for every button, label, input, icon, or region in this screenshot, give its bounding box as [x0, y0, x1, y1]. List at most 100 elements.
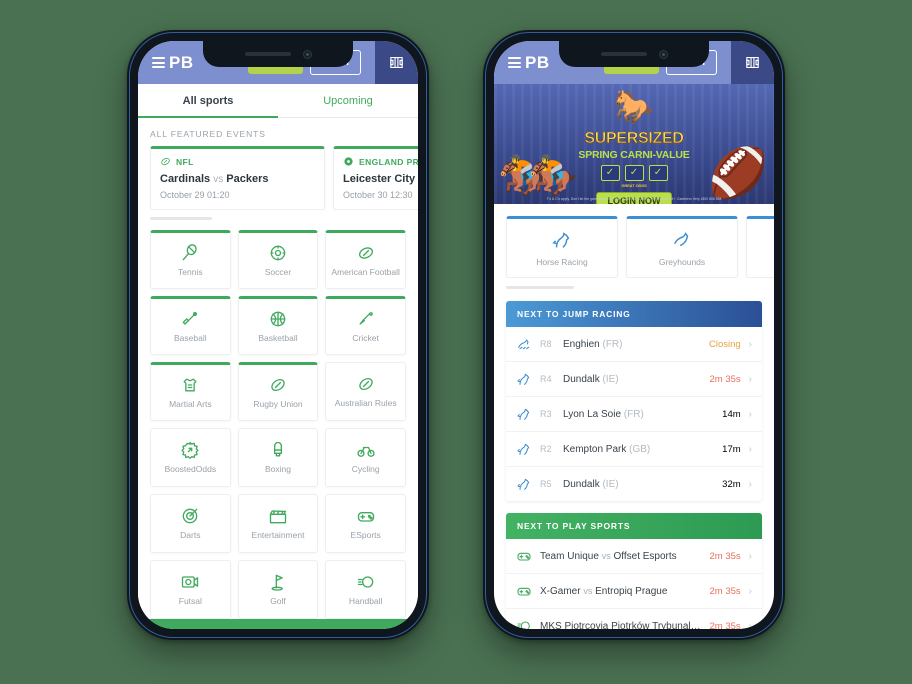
event-teams: Cardinals vs Packers	[160, 173, 315, 185]
tab-all-sports[interactable]: All sports	[138, 84, 278, 118]
betslip-button[interactable]	[375, 41, 418, 84]
featured-events-carousel[interactable]: NFL Cardinals vs Packers October 29 01:2…	[138, 146, 418, 210]
chevron-right-icon: ›	[748, 373, 752, 385]
boosted-odds-icon	[181, 442, 199, 460]
race-countdown: Closing	[708, 338, 741, 350]
sports-row[interactable]: MKS Piotrcovia Piotrków Trybunals… 2m 35s…	[506, 609, 762, 629]
sport-tile-australian-rules[interactable]: Australian Rules	[325, 362, 406, 421]
race-tile-label: Horse Racing	[536, 257, 588, 267]
home-team: Cardinals	[160, 173, 211, 185]
racing-carousel-scroll-indicator[interactable]	[506, 286, 574, 289]
banner-title-block: SUPERSIZED SPRING CARNI-VALUE ✓ ✓ ✓ GREA…	[569, 130, 699, 204]
racing-row[interactable]: R2 Kempton Park (GB) 17m ›	[506, 432, 762, 467]
sport-tile-rugby-union[interactable]: Rugby Union	[237, 362, 319, 421]
promo-banner[interactable]: 🐎 🏇 🏇 🏈 SUPERSIZED SPRING CARNI-VALUE ✓ …	[494, 84, 774, 204]
featured-event-card[interactable]: NFL Cardinals vs Packers October 29 01:2…	[150, 146, 325, 210]
dartboard-icon	[182, 508, 198, 524]
brand-logo[interactable]: PB	[508, 53, 550, 73]
sports-row[interactable]: X-Gamer vs Entropiq Prague 2m 35s ›	[506, 574, 762, 609]
sport-tile-cycling[interactable]: Cycling	[325, 428, 406, 487]
handball-icon	[517, 621, 530, 629]
banner-title-line2: SPRING CARNI-VALUE	[578, 149, 690, 161]
sport-tile-martial-arts[interactable]: Martial Arts	[150, 362, 231, 421]
race-tile-greyhounds[interactable]: Greyhounds	[626, 216, 738, 278]
sport-tile-entertainment[interactable]: Entertainment	[237, 494, 319, 553]
tab-upcoming[interactable]: Upcoming	[278, 84, 418, 117]
sport-tile-american-football[interactable]: American Football	[325, 230, 406, 289]
greyhound-icon	[674, 232, 689, 247]
phone-notch	[559, 41, 709, 67]
logo-text: PB	[525, 52, 550, 72]
racing-row[interactable]: R3 Lyon La Soie (FR) 14m ›	[506, 397, 762, 432]
sports-row[interactable]: Team Unique vs Offset Esports 2m 35s ›	[506, 539, 762, 574]
home-team: Leicester City	[343, 173, 416, 185]
sport-tile-boostedodds[interactable]: BoostedOdds	[150, 428, 231, 487]
chevron-right-icon: ›	[748, 585, 752, 597]
betslip-button[interactable]	[731, 41, 774, 84]
vs-label: vs	[583, 585, 593, 596]
sports-event-teams: MKS Piotrcovia Piotrków Trybunals…	[540, 620, 702, 630]
league-name: NFL	[176, 156, 194, 167]
chevron-right-icon: ›	[748, 550, 752, 562]
racing-panel-title: NEXT TO JUMP RACING	[506, 301, 762, 327]
race-tile-horse-racing[interactable]: Horse Racing	[506, 216, 618, 278]
front-camera-icon	[658, 49, 668, 59]
sport-tile-darts[interactable]: Darts	[150, 494, 231, 553]
football-player-icon: 🏈	[708, 147, 768, 200]
sport-tile-label: American Football	[331, 267, 400, 278]
sport-tile-tennis[interactable]: Tennis	[150, 230, 231, 289]
horse-head-icon	[517, 408, 530, 420]
racing-row[interactable]: R8 Enghien (FR) Closing ›	[506, 327, 762, 362]
sports-tabs: All sports Upcoming	[138, 84, 418, 118]
check-icon: ✓	[624, 165, 644, 181]
sport-tile-futsal[interactable]: Futsal	[150, 560, 231, 619]
hamburger-menu-icon[interactable]	[508, 57, 521, 68]
hamburger-menu-icon[interactable]	[152, 57, 165, 68]
racing-row[interactable]: R4 Dundalk (IE) 2m 35s ›	[506, 362, 762, 397]
speaker-grille	[244, 52, 291, 56]
sport-tile-label: BoostedOdds	[164, 464, 217, 475]
banner-disclaimer: T's & C's apply. Don't let the game play…	[546, 197, 722, 201]
sports-rows: Team Unique vs Offset Esports 2m 35s › X-Ga…	[506, 539, 762, 629]
racing-row[interactable]: R5 Dundalk (IE) 32m ›	[506, 467, 762, 501]
martial-arts-icon	[183, 378, 197, 392]
logo-text: PB	[169, 52, 194, 72]
sport-tile-cricket[interactable]: Cricket	[325, 296, 406, 355]
sport-tile-label: Australian Rules	[334, 398, 397, 409]
sport-tile-label: Golf	[270, 596, 286, 607]
featured-event-card[interactable]: ENGLAND PREM Leicester City vs October 3…	[333, 146, 418, 210]
speaker-grille	[600, 52, 647, 56]
futsal-icon	[182, 576, 199, 588]
sports-event-teams: Team Unique vs Offset Esports	[540, 550, 677, 562]
gamepad-icon	[517, 552, 531, 561]
bicycle-icon	[357, 447, 375, 458]
event-time: October 29 01:20	[160, 190, 230, 200]
sport-tile-label: Soccer	[264, 267, 292, 278]
sport-tile-esports[interactable]: ESports	[325, 494, 406, 553]
gamepad-icon	[517, 587, 531, 596]
race-country: (IE)	[602, 478, 619, 490]
race-venue: Enghien (FR)	[563, 338, 623, 350]
sport-tile-golf[interactable]: Golf	[237, 560, 319, 619]
race-tile-harness[interactable]: Har	[746, 216, 774, 278]
sport-tile-baseball[interactable]: Baseball	[150, 296, 231, 355]
horse-head-icon	[552, 232, 570, 248]
brand-logo[interactable]: PB	[152, 53, 194, 73]
horse-head-icon	[517, 443, 530, 455]
race-country: (FR)	[602, 338, 623, 350]
sports-event-teams: X-Gamer vs Entropiq Prague	[540, 585, 668, 597]
sport-tile-soccer[interactable]: Soccer	[237, 230, 319, 289]
race-venue: Dundalk (IE)	[563, 478, 619, 490]
sport-tile-label: Basketball	[258, 333, 298, 344]
sport-tile-boxing[interactable]: Boxing	[237, 428, 319, 487]
mockup-stage: PB Sign up Login All sports Upcoming ALL…	[0, 0, 912, 684]
horse-head-icon	[517, 373, 530, 385]
betslip-icon	[390, 56, 403, 69]
featured-events-label: ALL FEATURED EVENTS	[138, 118, 418, 146]
sport-tile-label: ESports	[350, 530, 381, 541]
sport-tile-handball[interactable]: Handball	[325, 560, 406, 619]
phone-notch	[203, 41, 353, 67]
american-football-icon	[358, 247, 373, 260]
racing-categories-carousel[interactable]: Horse Racing Greyhounds Har	[494, 204, 774, 278]
sport-tile-basketball[interactable]: Basketball	[237, 296, 319, 355]
